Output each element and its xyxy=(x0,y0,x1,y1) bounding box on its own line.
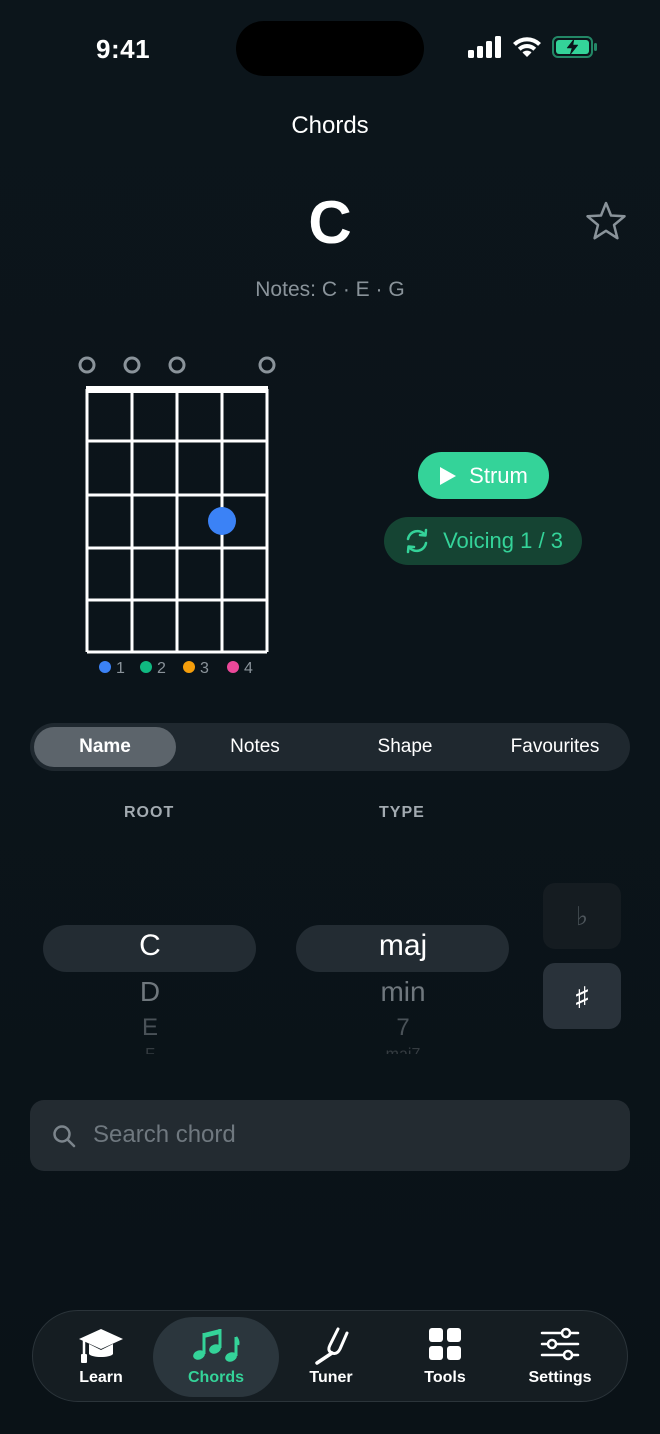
note-separator: · xyxy=(375,278,383,301)
favourite-star-icon[interactable] xyxy=(585,200,627,242)
search-bar[interactable]: Search chord xyxy=(30,1100,630,1171)
status-time: 9:41 xyxy=(96,34,151,64)
legend-dot-2 xyxy=(140,661,152,673)
notes-prefix: Notes: xyxy=(255,278,316,301)
sliders-icon xyxy=(540,1327,580,1361)
tab-learn[interactable]: Learn xyxy=(38,1317,164,1397)
open-string-marker xyxy=(123,356,141,374)
chord-notes: Notes: C · E · G xyxy=(0,278,660,302)
note: C xyxy=(321,278,337,301)
search-input[interactable]: Search chord xyxy=(93,1121,236,1149)
note: E xyxy=(355,278,370,301)
tab-tuner-label: Tuner xyxy=(309,1369,353,1386)
chord-name: C xyxy=(308,189,352,256)
note: G xyxy=(388,278,405,301)
type-option[interactable]: maj7 xyxy=(297,1046,509,1054)
tab-tuner[interactable]: Tuner xyxy=(268,1317,394,1397)
root-option[interactable]: E xyxy=(44,1014,256,1040)
tuning-fork-icon xyxy=(315,1327,349,1365)
root-option[interactable]: F xyxy=(44,1046,256,1054)
wifi-icon xyxy=(513,37,541,57)
tab-bar: Learn Chords Tuner Tools Settings xyxy=(32,1310,628,1402)
tab-settings[interactable]: Settings xyxy=(497,1317,623,1397)
type-option[interactable]: 7 xyxy=(297,1014,509,1040)
sharp-label: ♯ xyxy=(575,980,589,1011)
tab-tools-label: Tools xyxy=(424,1369,466,1386)
voicing-label: Voicing 1 / 3 xyxy=(443,528,563,553)
tab-chords-label: Chords xyxy=(188,1369,244,1386)
status-bar: 9:41 xyxy=(0,0,660,96)
tab-tools[interactable]: Tools xyxy=(382,1317,508,1397)
dynamic-island xyxy=(236,21,424,76)
segment-favourites[interactable]: Favourites xyxy=(485,727,625,767)
music-notes-icon xyxy=(193,1329,240,1362)
cycle-icon xyxy=(406,528,428,554)
flat-label: ♭ xyxy=(575,900,589,931)
segment-name[interactable]: Name xyxy=(34,727,176,767)
tab-learn-label: Learn xyxy=(79,1369,123,1386)
segmented-control: Name Notes Shape Favourites xyxy=(30,723,630,771)
legend-dot-4 xyxy=(227,661,239,673)
legend-dot-1 xyxy=(99,661,111,673)
open-string-marker xyxy=(258,356,276,374)
tab-chords[interactable]: Chords xyxy=(153,1317,279,1397)
tab-settings-label: Settings xyxy=(528,1369,592,1386)
segment-shape[interactable]: Shape xyxy=(335,727,475,767)
type-option-selected[interactable]: maj xyxy=(297,929,509,963)
page-title: Chords xyxy=(291,112,369,139)
legend-label-3: 3 xyxy=(200,660,209,677)
sharp-button[interactable]: ♯ xyxy=(543,963,621,1029)
finger-dot xyxy=(208,507,236,535)
battery-charging-icon xyxy=(552,36,597,58)
legend-dot-3 xyxy=(183,661,195,673)
flat-button[interactable]: ♭ xyxy=(543,883,621,949)
legend-label-4: 4 xyxy=(244,660,253,677)
signal-icon xyxy=(468,36,501,58)
graduation-cap-icon xyxy=(79,1329,123,1363)
grid-icon xyxy=(429,1328,461,1360)
search-icon xyxy=(53,1125,76,1148)
open-string-marker xyxy=(168,356,186,374)
voicing-button[interactable]: Voicing 1 / 3 xyxy=(384,517,582,565)
type-column-label: TYPE xyxy=(379,804,425,821)
strum-button[interactable]: Strum xyxy=(418,452,549,499)
root-option[interactable]: D xyxy=(44,976,256,1008)
status-icons xyxy=(468,36,598,58)
type-option[interactable]: min xyxy=(297,976,509,1008)
open-string-marker xyxy=(78,356,96,374)
root-option-selected[interactable]: C xyxy=(44,929,256,963)
play-icon xyxy=(440,466,457,485)
strum-label: Strum xyxy=(469,462,528,488)
legend-label-1: 1 xyxy=(116,660,125,677)
segment-notes[interactable]: Notes xyxy=(185,727,325,767)
note-separator: · xyxy=(342,278,350,301)
legend-label-2: 2 xyxy=(157,660,166,677)
chord-diagram: 1 2 3 4 xyxy=(78,356,276,677)
root-column-label: ROOT xyxy=(124,804,175,821)
